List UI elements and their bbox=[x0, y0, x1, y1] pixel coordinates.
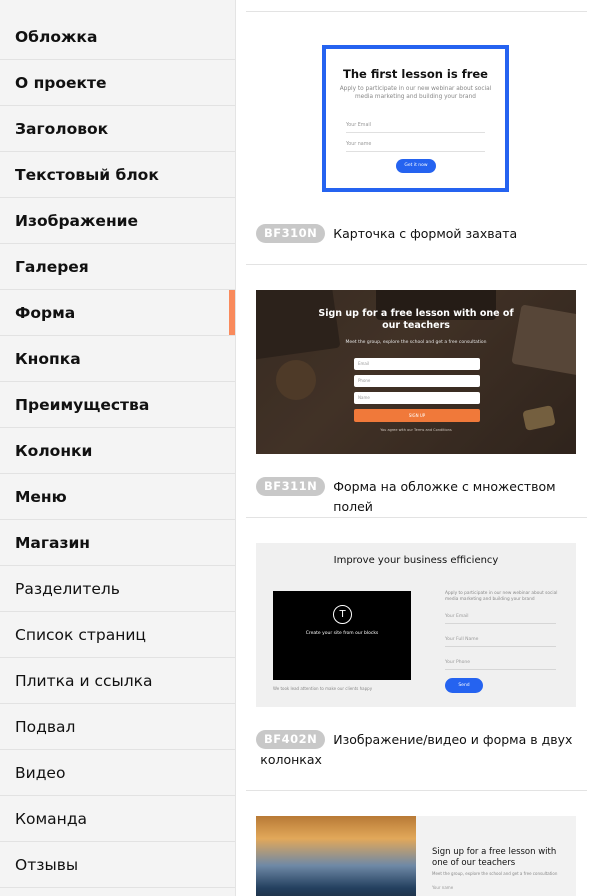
sidebar-item-label: Колонки bbox=[15, 441, 93, 460]
preview-note: You agree with our Terms and Conditions bbox=[380, 428, 452, 432]
sidebar-item-label: Форма bbox=[15, 303, 76, 322]
preview-field-line bbox=[445, 646, 556, 647]
sidebar-item-label: Меню bbox=[15, 487, 67, 506]
preview-field: Phone bbox=[354, 375, 480, 387]
preview-field-label: Your Phone bbox=[445, 660, 470, 665]
sidebar-item-button[interactable]: Кнопка bbox=[0, 336, 235, 382]
card-label-bf311n[interactable]: BF311N Форма на обложке с множеством пол… bbox=[256, 477, 587, 517]
divider bbox=[246, 790, 587, 791]
sidebar-item-form[interactable]: Форма bbox=[0, 290, 235, 336]
preview-subtext: Apply to participate in our new webinar … bbox=[339, 86, 492, 100]
sidebar-item-about[interactable]: О проекте bbox=[0, 60, 235, 106]
preview-field-line bbox=[346, 132, 485, 133]
sidebar-item-label: Разделитель bbox=[15, 579, 120, 598]
sidebar-item-cover[interactable]: Обложка bbox=[0, 0, 235, 60]
card-label-bf402n[interactable]: BF402N Изображение/видео и форма в двух … bbox=[256, 730, 576, 770]
preview-subtext: Meet the group, explore the school and g… bbox=[345, 340, 487, 345]
mountain-photo bbox=[256, 816, 416, 896]
preview-button: Get it now bbox=[396, 159, 436, 173]
preview-field: Email bbox=[354, 358, 480, 370]
preview-heading: The first lesson is free bbox=[343, 67, 488, 81]
logo-icon: T bbox=[333, 605, 352, 624]
preview-heading: Improve your business efficiency bbox=[333, 555, 499, 566]
sidebar-item-label: Магазин bbox=[15, 533, 91, 552]
sidebar-item-label: Изображение bbox=[15, 211, 139, 230]
video-text: Create your site from our blocks bbox=[305, 631, 379, 636]
sidebar: Обложка О проекте Заголовок Текстовый бл… bbox=[0, 0, 236, 896]
preview-field-label: Your Full Name bbox=[445, 637, 479, 642]
card-preview-next[interactable]: Sign up for a free lesson with one of ou… bbox=[256, 816, 576, 896]
divider bbox=[246, 517, 587, 518]
sidebar-item-label: Список страниц bbox=[15, 625, 146, 644]
sidebar-item-divider[interactable]: Разделитель bbox=[0, 566, 235, 612]
sidebar-item-label: Обложка bbox=[15, 27, 98, 46]
sidebar-item-label: О проекте bbox=[15, 73, 107, 92]
preview-field-label: Your name bbox=[346, 142, 372, 147]
sidebar-item-footer[interactable]: Подвал bbox=[0, 704, 235, 750]
sidebar-item-label: Команда bbox=[15, 809, 88, 828]
sidebar-item-heading[interactable]: Заголовок bbox=[0, 106, 235, 152]
preview-subtext: Meet the group, explore the school and g… bbox=[432, 871, 558, 876]
sidebar-item-label: Видео bbox=[15, 763, 66, 782]
sidebar-item-label: Отзывы bbox=[15, 855, 79, 874]
sidebar-item-store[interactable]: Магазин bbox=[0, 520, 235, 566]
divider bbox=[246, 264, 587, 265]
block-title: Форма на обложке с множеством полей bbox=[333, 479, 556, 514]
sidebar-item-image[interactable]: Изображение bbox=[0, 198, 235, 244]
sidebar-item-label: Галерея bbox=[15, 257, 89, 276]
sidebar-item-label: Кнопка bbox=[15, 349, 81, 368]
video-thumbnail: T Create your site from our blocks bbox=[273, 591, 411, 680]
preview-field-line bbox=[445, 623, 556, 624]
preview-subtext: Apply to participate in our new webinar … bbox=[445, 591, 558, 602]
preview-heading: Sign up for a free lesson with one of ou… bbox=[318, 308, 514, 331]
preview-button: Send bbox=[445, 678, 483, 693]
sidebar-item-label: Заголовок bbox=[15, 119, 109, 138]
sidebar-item-menu[interactable]: Меню bbox=[0, 474, 235, 520]
sidebar-item-label: Плитка и ссылка bbox=[15, 671, 153, 690]
card-label-bf310n[interactable]: BF310N Карточка с формой захвата bbox=[256, 224, 517, 244]
card-preview-bf310n[interactable]: The first lesson is free Apply to partic… bbox=[322, 45, 509, 192]
block-code-badge: BF310N bbox=[256, 224, 326, 243]
preview-field-label: Your Email bbox=[445, 614, 469, 619]
preview-button: SIGN UP bbox=[354, 409, 480, 422]
sidebar-item-label: Преимущества bbox=[15, 395, 150, 414]
video-caption: We took lead attention to make our clien… bbox=[273, 686, 373, 691]
sidebar-item-columns[interactable]: Колонки bbox=[0, 428, 235, 474]
sidebar-item-text-block[interactable]: Текстовый блок bbox=[0, 152, 235, 198]
preview-field: Name bbox=[354, 392, 480, 404]
sidebar-item-video[interactable]: Видео bbox=[0, 750, 235, 796]
preview-field-label: Your Email bbox=[346, 123, 372, 128]
block-code-badge: BF311N bbox=[256, 477, 326, 496]
sidebar-item-label: Текстовый блок bbox=[15, 165, 159, 184]
card-preview-bf402n[interactable]: Improve your business efficiency T Creat… bbox=[256, 543, 576, 707]
block-list: The first lesson is free Apply to partic… bbox=[246, 0, 587, 896]
preview-field-label: Your name bbox=[432, 885, 454, 890]
preview-field-line bbox=[346, 151, 485, 152]
preview-field-line bbox=[445, 669, 556, 670]
sidebar-item-tile-link[interactable]: Плитка и ссылка bbox=[0, 658, 235, 704]
preview-heading: Sign up for a free lesson with one of ou… bbox=[432, 847, 557, 868]
card-preview-bf311n[interactable]: Sign up for a free lesson with one of ou… bbox=[256, 290, 576, 454]
sidebar-item-gallery[interactable]: Галерея bbox=[0, 244, 235, 290]
sidebar-item-page-list[interactable]: Список страниц bbox=[0, 612, 235, 658]
sidebar-item-team[interactable]: Команда bbox=[0, 796, 235, 842]
sidebar-item-testimonials[interactable]: Отзывы bbox=[0, 842, 235, 888]
divider bbox=[246, 11, 587, 12]
sidebar-item-features[interactable]: Преимущества bbox=[0, 382, 235, 428]
sidebar-item-label: Подвал bbox=[15, 717, 76, 736]
block-title: Карточка с формой захвата bbox=[333, 226, 518, 241]
block-title: Изображение/видео и форма в двух колонка… bbox=[260, 732, 573, 767]
